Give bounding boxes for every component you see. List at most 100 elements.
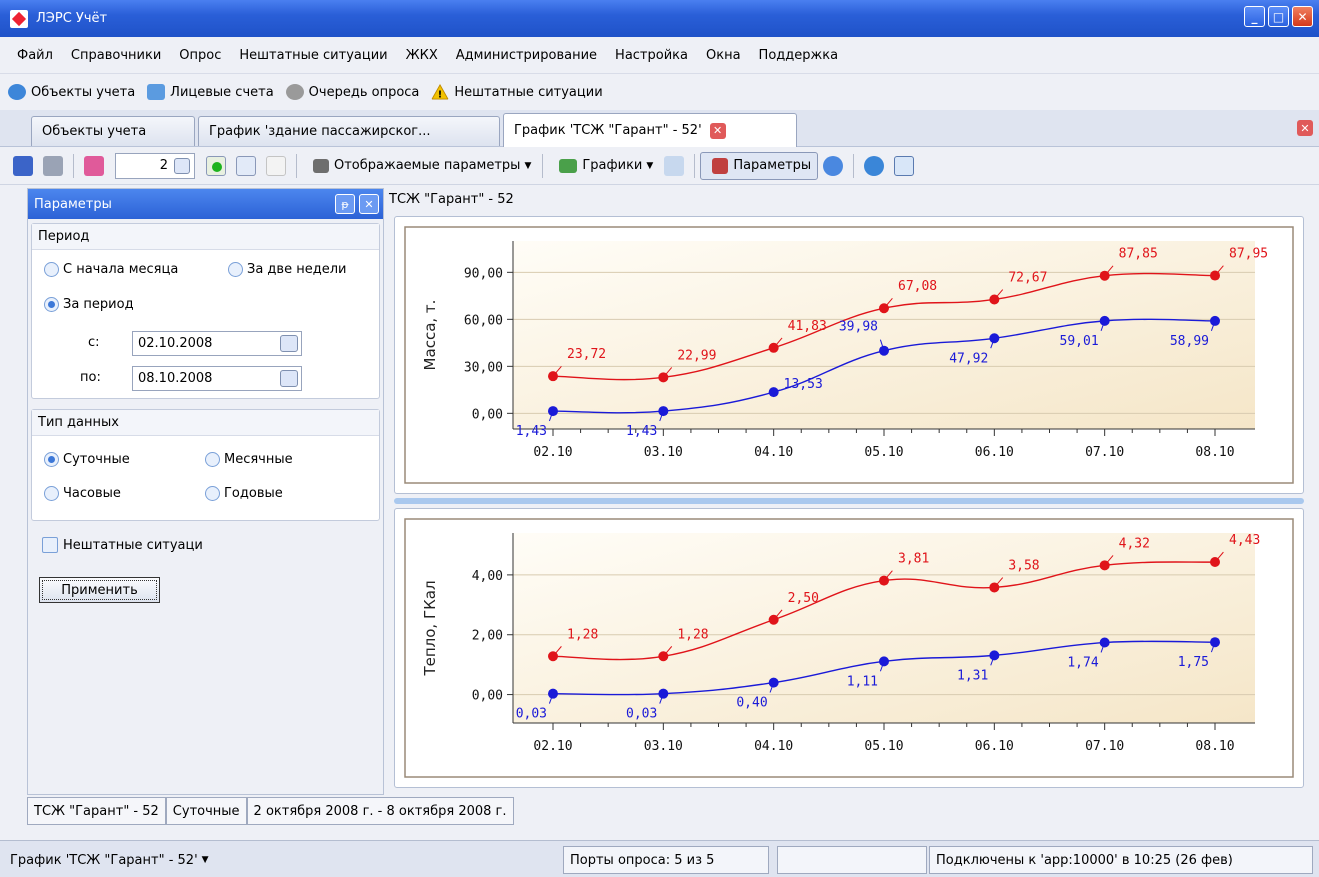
- progress-slot: [777, 846, 927, 874]
- radio-monthly[interactable]: Месячные: [205, 452, 293, 467]
- spin-field[interactable]: 2: [115, 152, 195, 179]
- handshake-icon[interactable]: [664, 155, 685, 176]
- radio-period[interactable]: За период: [44, 297, 134, 312]
- menu-administration[interactable]: Администрирование: [447, 48, 606, 63]
- ports-status: Порты опроса: 5 из 5: [563, 846, 769, 874]
- svg-text:!: !: [438, 89, 442, 100]
- chart-area: ТСЖ "Гарант" - 52 0,00 30,00 60,00 90,00 02.…: [386, 188, 1312, 795]
- tab-graph-terminal-label: График 'здание пассажирског...: [209, 124, 431, 139]
- date-to-field[interactable]: 08.10.2008: [132, 366, 302, 391]
- tab-close-icon[interactable]: ✕: [709, 122, 726, 139]
- graphs-button[interactable]: Графики ▼: [548, 152, 659, 180]
- menu-directories[interactable]: Справочники: [62, 48, 170, 63]
- minimize-button[interactable]: _: [1244, 6, 1265, 27]
- quick-accounts-button[interactable]: Лицевые счета: [147, 84, 274, 100]
- y-tick-label: 4,00: [472, 569, 503, 584]
- quick-incidents-button[interactable]: ! Нештатные ситуации: [431, 84, 603, 100]
- radio-yearly[interactable]: Годовые: [205, 486, 283, 501]
- info-range: 2 октября 2008 г. - 8 октября 2008 г.: [246, 797, 514, 825]
- table-icon[interactable]: [894, 155, 915, 176]
- apply-button[interactable]: Применить: [39, 577, 160, 603]
- screen-icon[interactable]: [84, 155, 104, 176]
- menu-file[interactable]: Файл: [8, 48, 62, 63]
- calendar-dropdown-icon[interactable]: [280, 370, 298, 387]
- graphs-label: Графики: [582, 158, 643, 173]
- chart-toolbar: 2 Отображаемые параметры ▼ Графики ▼ Пар…: [0, 147, 1319, 185]
- close-button[interactable]: ✕: [1292, 6, 1313, 27]
- x-tick-label: 06.10: [975, 445, 1014, 460]
- tab-objects[interactable]: Объекты учета: [31, 116, 195, 146]
- x-tick-label: 05.10: [864, 445, 903, 460]
- data-label: 13,53: [784, 377, 823, 392]
- y-tick-label: 60,00: [464, 313, 503, 328]
- maximize-button[interactable]: □: [1268, 6, 1289, 27]
- menu-settings[interactable]: Настройка: [606, 48, 697, 63]
- menu-windows[interactable]: Окна: [697, 48, 750, 63]
- x-tick-label: 03.10: [644, 445, 683, 460]
- info-type: Суточные: [165, 797, 247, 825]
- dropdown-caret-icon: ▼: [201, 855, 209, 865]
- quick-objects-button[interactable]: Объекты учета: [8, 84, 135, 100]
- tab-graph-tszh-label: График 'ТСЖ "Гарант" - 52': [514, 123, 702, 138]
- quick-queue-label: Очередь опроса: [308, 84, 420, 100]
- radio-dot: [44, 486, 59, 501]
- status-bar: График 'ТСЖ "Гарант" - 52' ▼ Порты опрос…: [0, 840, 1319, 877]
- calendar-dropdown-icon[interactable]: [280, 335, 298, 352]
- data-label: 1,43: [516, 424, 547, 439]
- data-label: 23,72: [567, 347, 606, 362]
- radio-two-weeks[interactable]: За две недели: [228, 262, 346, 277]
- data-label: 72,67: [1008, 270, 1047, 285]
- data-label: 1,74: [1067, 656, 1098, 671]
- chart-splitter[interactable]: [394, 498, 1304, 504]
- display-params-label: Отображаемые параметры: [334, 158, 521, 173]
- graphs-icon: [559, 158, 578, 173]
- legend-icon[interactable]: [266, 155, 286, 176]
- menu-housing[interactable]: ЖКХ: [397, 48, 447, 63]
- refresh-icon[interactable]: [823, 155, 844, 176]
- line-chart-icon[interactable]: [236, 155, 256, 176]
- checklist-icon: [712, 157, 729, 174]
- points-icon[interactable]: [206, 155, 226, 176]
- close-all-tabs-icon[interactable]: ✕: [1297, 120, 1313, 136]
- radio-month-start-label: С начала месяца: [63, 262, 179, 277]
- radio-hourly[interactable]: Часовые: [44, 486, 121, 501]
- home-icon[interactable]: [864, 155, 885, 176]
- incidents-checkbox[interactable]: Нештатные ситуаци: [42, 537, 203, 553]
- radio-dot: [205, 452, 220, 467]
- quick-objects-label: Объекты учета: [31, 84, 136, 100]
- menu-incidents[interactable]: Нештатные ситуации: [230, 48, 396, 63]
- document-tabs: Объекты учета График 'здание пассажирско…: [0, 110, 1319, 147]
- x-tick-label: 04.10: [754, 739, 793, 754]
- quick-queue-button[interactable]: Очередь опроса: [285, 84, 420, 100]
- data-label: 1,31: [957, 668, 988, 683]
- radio-dot: [44, 262, 59, 277]
- panel-close-icon[interactable]: ✕: [359, 194, 379, 214]
- info-row: ТСЖ "Гарант" - 52 Суточные 2 октября 200…: [27, 797, 514, 825]
- menu-poll[interactable]: Опрос: [170, 48, 230, 63]
- save-icon[interactable]: [13, 155, 33, 176]
- tab-graph-terminal[interactable]: График 'здание пассажирског...: [198, 116, 500, 146]
- params-button[interactable]: Параметры: [700, 151, 819, 180]
- pin-icon[interactable]: ᵽ: [335, 194, 355, 214]
- data-label: 1,11: [847, 674, 878, 689]
- radio-hourly-label: Часовые: [63, 486, 121, 501]
- tab-graph-tszh[interactable]: График 'ТСЖ "Гарант" - 52' ✕: [503, 113, 797, 147]
- tab-objects-label: Объекты учета: [42, 124, 147, 139]
- x-tick-label: 08.10: [1195, 445, 1234, 460]
- data-label: 2,50: [788, 591, 819, 606]
- data-point: [768, 387, 779, 398]
- radio-month-start[interactable]: С начала месяца: [44, 262, 178, 277]
- y-tick-label: 0,00: [472, 407, 503, 422]
- current-window-menu[interactable]: График 'ТСЖ "Гарант" - 52' ▼: [4, 846, 215, 874]
- radio-daily[interactable]: Суточные: [44, 452, 130, 467]
- data-point: [989, 650, 1000, 661]
- date-from-label: с:: [88, 335, 100, 350]
- checkbox-box: [42, 537, 58, 553]
- date-from-field[interactable]: 02.10.2008: [132, 331, 302, 356]
- data-label: 58,99: [1170, 334, 1209, 349]
- data-type-group: Тип данных Суточные Месячные Часовые Год…: [31, 409, 380, 521]
- menu-support[interactable]: Поддержка: [750, 48, 848, 63]
- spin-updown-icon[interactable]: [174, 157, 190, 174]
- display-params-button[interactable]: Отображаемые параметры ▼: [302, 152, 537, 180]
- print-icon[interactable]: [43, 155, 63, 176]
